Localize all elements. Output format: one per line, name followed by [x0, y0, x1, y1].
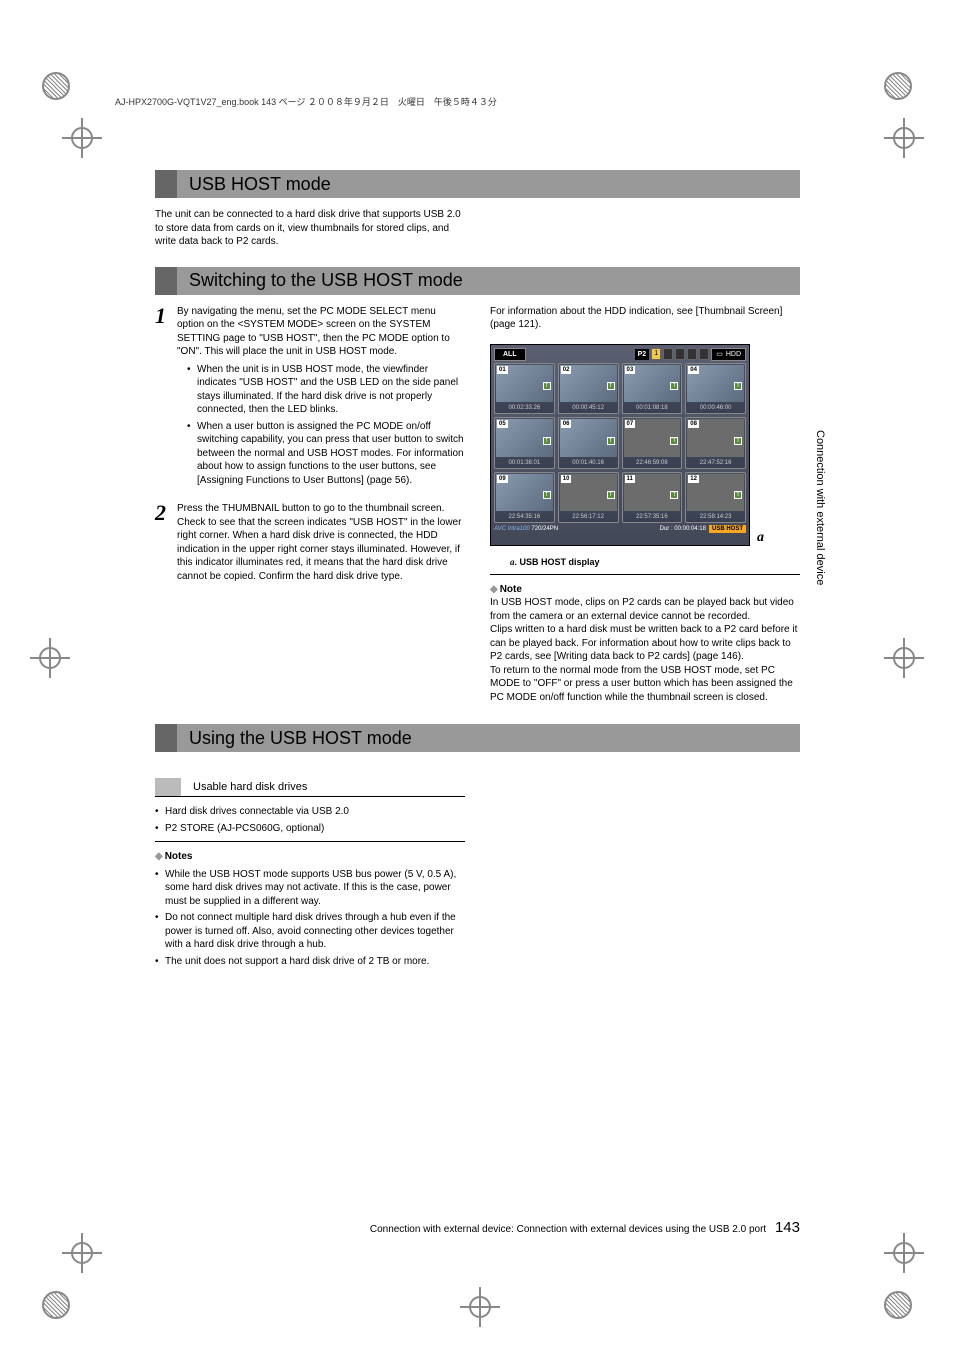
- thumbnail-cell: 12 T 22:58:14:23: [685, 472, 746, 523]
- format-label: 720/24PN: [531, 526, 558, 532]
- hdd-badge: ▭ HDD: [711, 348, 746, 361]
- sub-header-text: Usable hard disk drives: [193, 780, 307, 795]
- registration-mark-icon: [884, 638, 924, 678]
- slot-indicator: 1: [651, 348, 661, 360]
- thumbnail-cell: 09 T 22:54:35:16: [494, 472, 555, 523]
- step-number: 2: [155, 502, 177, 583]
- note-text: To return to the normal mode from the US…: [490, 664, 800, 705]
- slot-indicator: [687, 348, 697, 360]
- page-footer: Connection with external device: Connect…: [155, 1219, 800, 1236]
- bullet: When the unit is in USB HOST mode, the v…: [187, 363, 465, 417]
- sub-header: Usable hard disk drives: [155, 778, 465, 797]
- notes-heading: Notes: [155, 850, 465, 864]
- list-item: Hard disk drives connectable via USB 2.0: [155, 805, 465, 819]
- step-text: Press the THUMBNAIL button to go to the …: [177, 503, 461, 582]
- thumbnail-cell: 10 T 22:56:17:12: [558, 472, 619, 523]
- right-intro: For information about the HDD indication…: [490, 305, 800, 332]
- hdd-icon: ▭: [716, 350, 723, 359]
- all-badge: ALL: [494, 348, 526, 361]
- registration-mark-icon: [62, 1233, 102, 1273]
- thumbnail-screen-figure: ALL P2 1 ▭ HDD: [490, 344, 750, 546]
- section-header-using: Using the USB HOST mode: [155, 724, 800, 752]
- side-chapter-label: Connection with external device: [814, 430, 826, 585]
- step-number: 1: [155, 305, 177, 491]
- figure-label-a: a: [757, 529, 764, 548]
- list-item: Do not connect multiple hard disk drives…: [155, 911, 465, 952]
- section-header-switching: Switching to the USB HOST mode: [155, 267, 800, 295]
- slot-indicator: [675, 348, 685, 360]
- hdd-list: Hard disk drives connectable via USB 2.0…: [155, 805, 465, 835]
- note-heading: Note: [490, 583, 800, 597]
- duration-label: Dur : 00:00:04:18: [660, 525, 706, 533]
- thumbnail-cell: 07 T 22:46:59:08: [622, 417, 683, 468]
- thumbnail-cell: 06 T 00:01:40.16: [558, 417, 619, 468]
- crop-mark-icon: [884, 72, 912, 100]
- note-text: Clips written to a hard disk must be wri…: [490, 623, 800, 664]
- registration-mark-icon: [30, 638, 70, 678]
- step-bullets: When the unit is in USB HOST mode, the v…: [177, 363, 465, 488]
- thumbnail-cell: 02 T 00:00:45:12: [558, 363, 619, 414]
- list-item: The unit does not support a hard disk dr…: [155, 955, 465, 969]
- step-1: 1 By navigating the menu, set the PC MOD…: [155, 305, 465, 491]
- thumbnail-cell: 01 T 00:02:33.26: [494, 363, 555, 414]
- notes-list: While the USB HOST mode supports USB bus…: [155, 868, 465, 969]
- section-header-usb-host: USB HOST mode: [155, 170, 800, 198]
- registration-mark-icon: [884, 118, 924, 158]
- header-metadata: AJ-HPX2700G-VQT1V27_eng.book 143 ページ ２００…: [115, 95, 497, 108]
- p2-label: P2: [635, 349, 650, 360]
- note-text: In USB HOST mode, clips on P2 cards can …: [490, 596, 800, 623]
- crop-mark-icon: [42, 72, 70, 100]
- registration-mark-icon: [884, 1233, 924, 1273]
- crop-mark-icon: [884, 1291, 912, 1319]
- thumbnail-cell: 08 T 22:47:52:16: [685, 417, 746, 468]
- section-intro: The unit can be connected to a hard disk…: [155, 208, 465, 249]
- slot-indicator: [699, 348, 709, 360]
- registration-mark-icon: [460, 1287, 500, 1327]
- registration-mark-icon: [62, 118, 102, 158]
- thumbnail-cell: 11 T 22:57:35:16: [622, 472, 683, 523]
- thumbnail-cell: 04 T 00:00:46:00: [685, 363, 746, 414]
- crop-mark-icon: [42, 1291, 70, 1319]
- list-item: While the USB HOST mode supports USB bus…: [155, 868, 465, 909]
- step-text: By navigating the menu, set the PC MODE …: [177, 306, 450, 358]
- section-title: USB HOST mode: [177, 174, 331, 195]
- thumbnail-cell: 03 T 00:01:08:18: [622, 363, 683, 414]
- bullet: When a user button is assigned the PC MO…: [187, 420, 465, 488]
- figure-caption: a. USB HOST display: [490, 556, 750, 568]
- list-item: P2 STORE (AJ-PCS060G, optional): [155, 822, 465, 836]
- step-2: 2 Press the THUMBNAIL button to go to th…: [155, 502, 465, 583]
- thumbnail-cell: 05 T 00:01:38.01: [494, 417, 555, 468]
- usb-host-badge: USB HOST: [709, 525, 746, 533]
- slot-indicator: [663, 348, 673, 360]
- section-title: Using the USB HOST mode: [177, 728, 412, 749]
- page-number: 143: [775, 1219, 800, 1236]
- section-title: Switching to the USB HOST mode: [177, 270, 463, 291]
